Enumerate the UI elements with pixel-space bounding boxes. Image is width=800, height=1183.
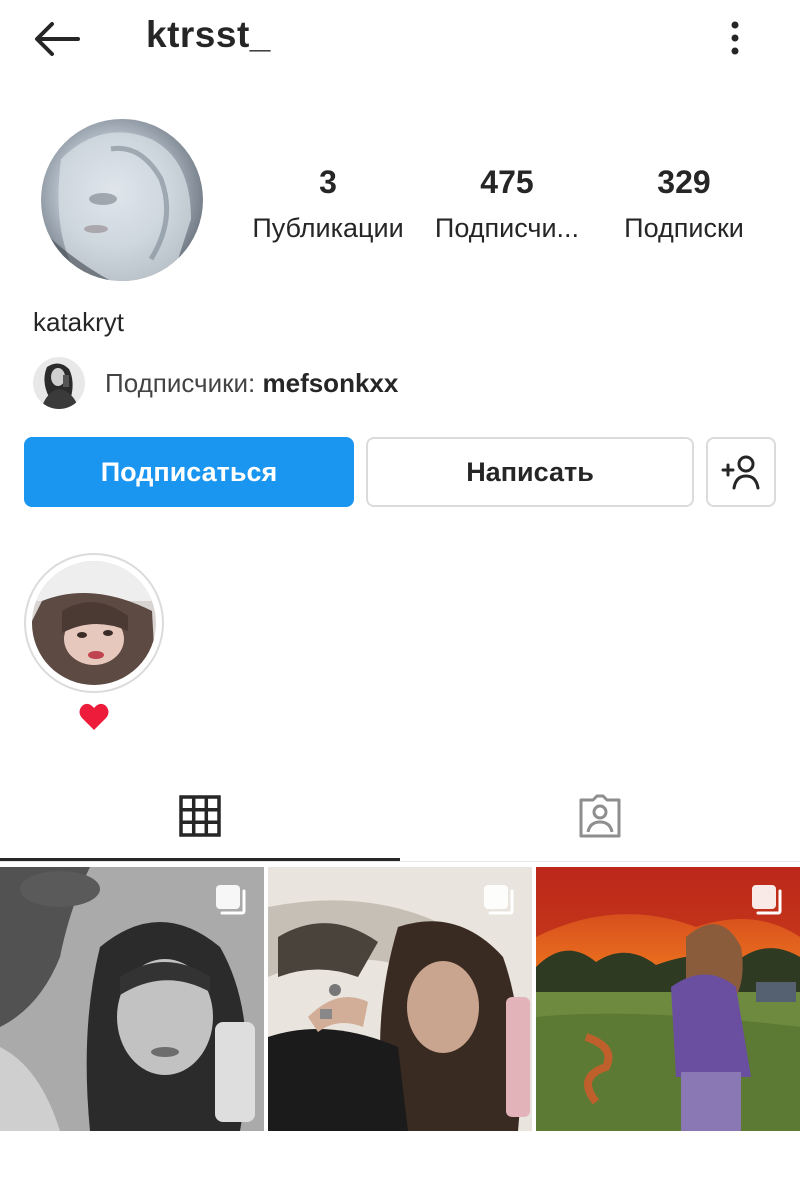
carousel-icon: [752, 885, 782, 915]
tab-tagged[interactable]: [400, 770, 800, 862]
profile-avatar[interactable]: [41, 119, 203, 281]
carousel-icon: [484, 885, 514, 915]
follow-button[interactable]: Подписаться: [24, 437, 354, 507]
stat-posts: 3 Публикации: [238, 160, 418, 248]
tab-divider: [0, 861, 800, 862]
message-button[interactable]: Написать: [366, 437, 694, 507]
highlight-title: [78, 702, 110, 732]
grid-icon: [179, 795, 221, 837]
highlight-cover: [32, 561, 156, 685]
following-count: 329: [657, 164, 711, 200]
avatar-photo: [41, 119, 203, 281]
followed-by[interactable]: Подписчики: mefsonkxx: [33, 355, 398, 411]
profile-full-name: katakryt: [33, 307, 125, 337]
back-button[interactable]: [28, 14, 84, 64]
suggest-users-button[interactable]: [706, 437, 776, 507]
following-label: Подписки: [624, 213, 744, 243]
followed-by-user[interactable]: mefsonkxx: [262, 368, 398, 398]
followers-count: 475: [480, 164, 534, 200]
tagged-person-icon: [579, 794, 621, 838]
post-thumbnail[interactable]: [536, 867, 800, 1131]
stat-following[interactable]: 329 Подписки: [612, 160, 756, 248]
post-thumbnail[interactable]: [0, 867, 264, 1131]
post-thumbnail[interactable]: [268, 867, 532, 1131]
highlight-photo: [32, 561, 156, 685]
posts-label: Публикации: [252, 213, 404, 243]
add-user-icon: [721, 455, 760, 490]
stat-followers[interactable]: 475 Подписчи...: [426, 160, 588, 248]
posts-count: 3: [319, 164, 337, 200]
follower-avatar: [33, 357, 85, 409]
more-options-button[interactable]: [718, 14, 752, 64]
carousel-icon: [216, 885, 246, 915]
top-bar: ktrsst_: [0, 0, 800, 80]
followed-by-prefix: Подписчики:: [105, 367, 263, 398]
story-highlight[interactable]: [24, 553, 164, 693]
tab-posts-grid[interactable]: [0, 770, 400, 862]
followed-by-text: Подписчики: mefsonkxx: [105, 368, 398, 399]
profile-username: ktrsst_: [146, 14, 271, 55]
follower-avatar-photo: [33, 357, 85, 409]
followers-label: Подписчи...: [434, 213, 580, 243]
more-vertical-icon: [731, 21, 739, 55]
arrow-left-icon: [35, 22, 80, 56]
heart-icon: [79, 703, 109, 730]
